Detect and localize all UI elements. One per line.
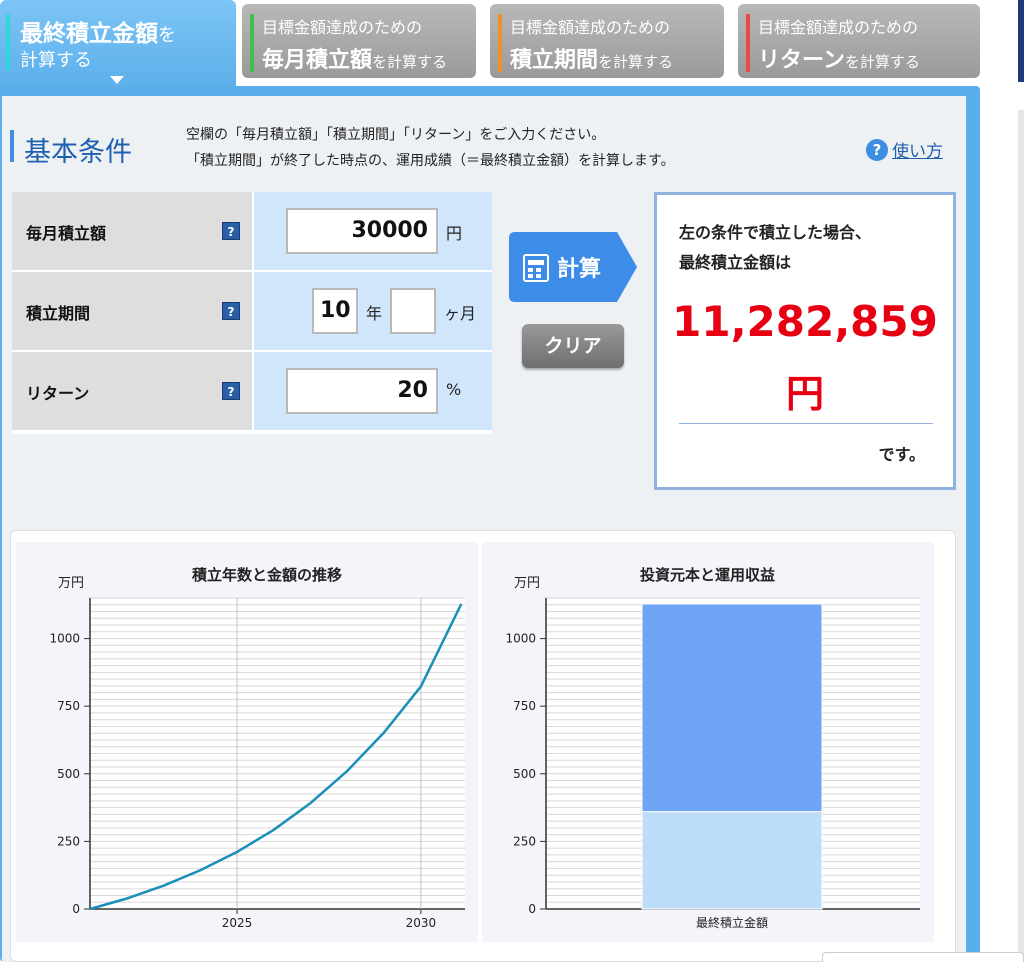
section-description-1: 空欄の「毎月積立額」「積立期間」「リターン」をご入力ください。 [186,127,606,143]
line-chart-y-unit: 万円 [58,576,85,591]
line-chart-panel [16,542,478,942]
form-row-period: 積立期間 ? 10 年 ヶ月 [12,272,492,352]
period-help-icon[interactable]: ? [222,302,240,320]
monthly-amount-input[interactable]: 30000 [286,208,438,254]
form-row-return: リターン ? 20 % [12,352,492,432]
form-label-cell: 積立期間 [12,272,252,350]
bar-chart-panel [482,542,934,942]
return-unit: % [446,380,462,399]
section-description-2: 「積立期間」が終了した時点の、運用成績（＝最終積立金額）を計算します。 [186,153,675,169]
tab-return[interactable]: 目標金額達成のための リターンを計算する [738,4,980,78]
period-label: 積立期間 [26,304,91,323]
monthly-help-icon[interactable]: ? [222,222,240,240]
section-title: 基本条件 [24,137,132,168]
period-years-unit: 年 [366,304,383,323]
result-divider [679,423,933,424]
how-to-use-link[interactable]: ? 使い方 [866,137,943,162]
tab-title: 積立期間を計算する [510,48,674,73]
calculate-button-label: 計算 [557,257,602,282]
line-chart-title: 積立年数と金額の推移 [192,566,343,584]
input-form: 毎月積立額 ? 30000 円 積立期間 ? 10 年 ヶ月 リターン ? 20… [12,192,492,434]
monthly-label: 毎月積立額 [26,224,107,243]
section-accent-bar [10,130,14,162]
calculate-button[interactable]: 計算 [509,232,637,302]
result-line-1: 左の条件で積立した場合、 [679,223,872,242]
side-strip [1018,0,1024,82]
bar-chart-y-unit: 万円 [514,576,541,591]
tab-monthly-amount[interactable]: 目標金額達成のための 毎月積立額を計算する [242,4,476,78]
monthly-unit: 円 [446,224,463,243]
form-label-cell: 毎月積立額 [12,192,252,270]
period-months-unit: ヶ月 [444,304,477,323]
return-label: リターン [26,384,90,403]
result-box: 左の条件で積立した場合、 最終積立金額は 11,282,859 円 です。 [654,192,956,490]
result-line-2: 最終積立金額は [679,253,792,272]
how-to-use-label: 使い方 [892,142,943,162]
tab-caption: 目標金額達成のための [262,18,423,37]
clear-button[interactable]: クリア [522,324,624,368]
tab-title: 毎月積立額を計算する [262,48,448,73]
tab-subtitle: 計算する [20,50,92,71]
tab-caption: 目標金額達成のための [510,18,671,37]
form-value-cell: 30000 円 [254,192,492,270]
result-currency: 円 [785,372,824,416]
tab-arrow-icon [110,76,124,84]
tab-title: 最終積立金額を [20,21,176,47]
tab-caption: 目標金額達成のための [758,18,919,37]
tab-accent-bar [746,14,750,72]
result-suffix: です。 [878,445,925,464]
form-value-cell: 10 年 ヶ月 [254,272,492,350]
tab-accent-bar [250,14,254,72]
tab-title: リターンを計算する [758,48,920,73]
tab-accent-bar [498,14,502,72]
help-icon: ? [866,138,888,161]
return-help-icon[interactable]: ? [222,382,240,400]
corner-widget [822,952,1024,962]
tab-period[interactable]: 目標金額達成のための 積立期間を計算する [490,4,724,78]
tab-accent-bar [6,14,10,70]
result-amount: 11,282,859 [672,297,938,346]
tab-final-amount[interactable]: 最終積立金額を 計算する [0,0,236,96]
calculator-icon [523,254,549,282]
bar-chart-title: 投資元本と運用収益 [640,566,776,584]
return-input[interactable]: 20 [286,368,438,414]
form-row-monthly: 毎月積立額 ? 30000 円 [12,192,492,272]
period-years-input[interactable]: 10 [312,288,358,334]
side-scroll-area [1018,110,1024,962]
form-value-cell: 20 % [254,352,492,430]
period-months-input[interactable] [390,288,436,334]
form-label-cell: リターン [12,352,252,430]
